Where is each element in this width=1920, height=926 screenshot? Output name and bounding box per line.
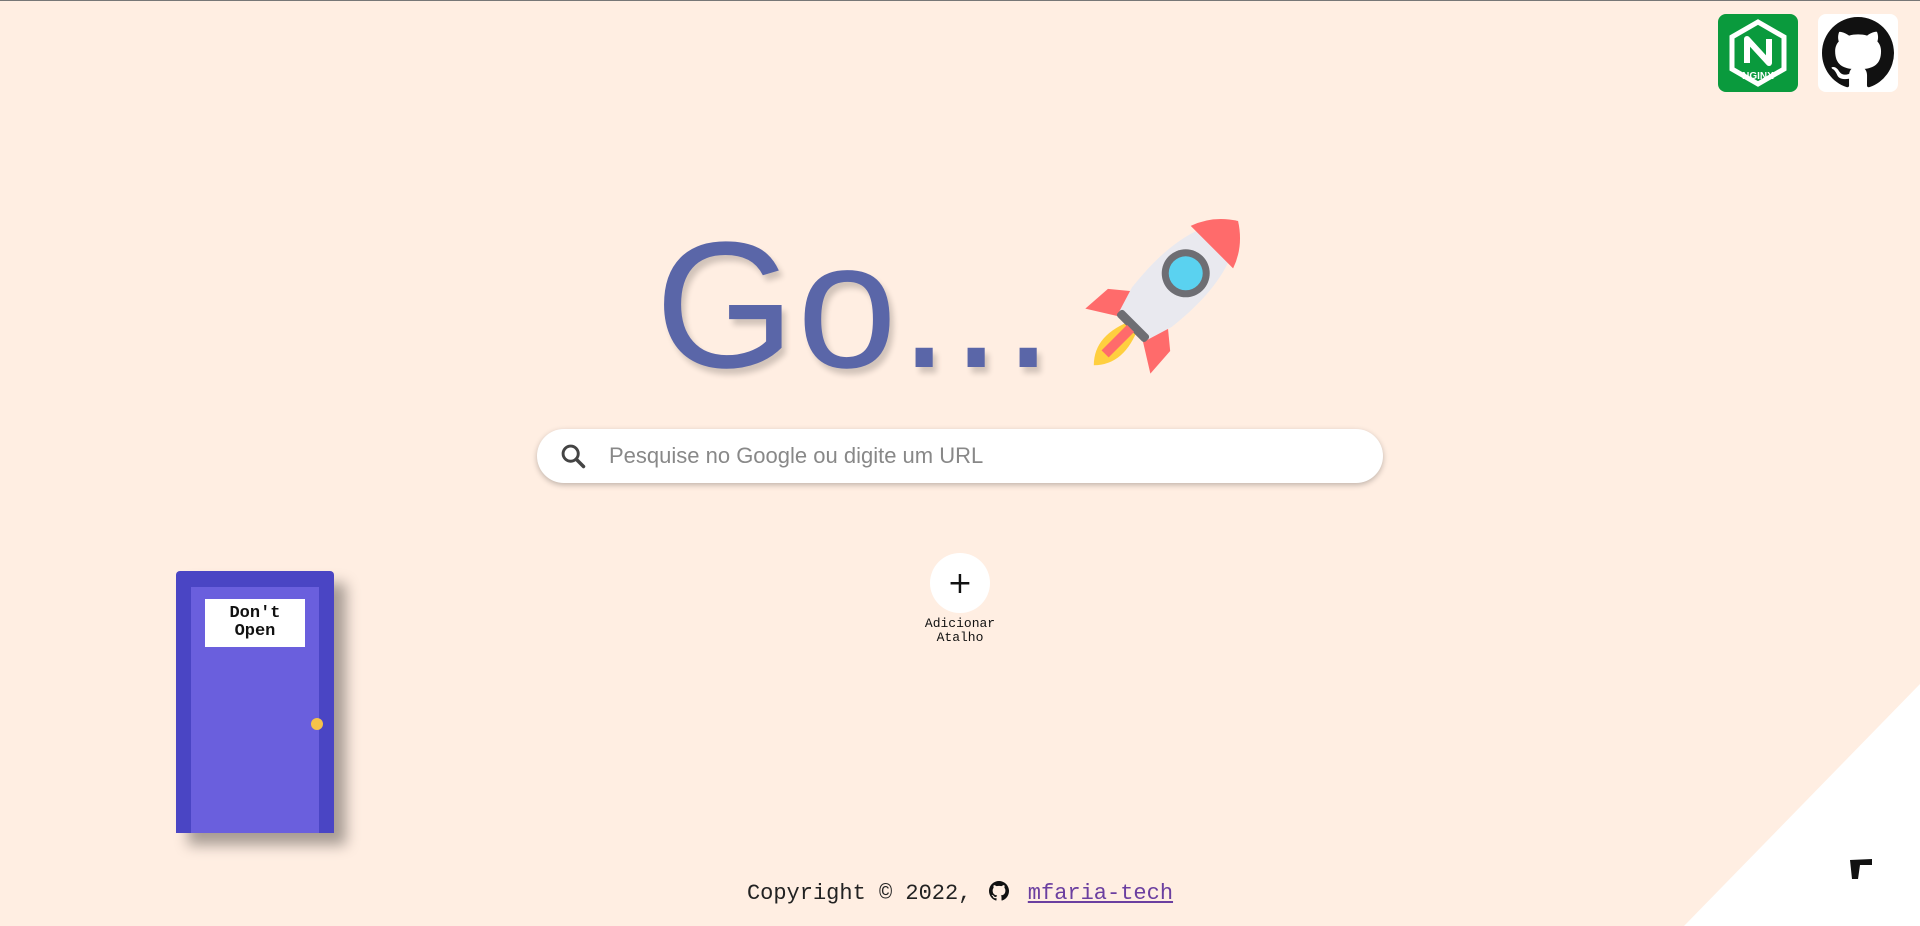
search-icon [561, 444, 586, 469]
nginx-icon[interactable]: NGINX [1718, 14, 1798, 92]
rocket-icon [1085, 218, 1241, 374]
add-shortcut-button[interactable]: + Adicionar Atalho [917, 553, 1003, 645]
corner-arrow-icon[interactable] [1846, 855, 1876, 883]
hero: Go... [655, 206, 1275, 406]
plus-icon: + [930, 553, 990, 613]
door-button[interactable]: Don't Open [176, 571, 334, 833]
footer: Copyright © 2022, mfaria-tech [0, 881, 1920, 906]
hero-title: Go... [655, 205, 1056, 406]
search-input[interactable] [607, 442, 1383, 470]
door-knob [311, 718, 323, 730]
github-icon [988, 881, 1009, 901]
copyright-text: Copyright © 2022, [746, 881, 972, 906]
door-sign: Don't Open [205, 599, 305, 647]
top-right-icons: NGINX [1718, 14, 1898, 92]
svg-text:NGINX: NGINX [1742, 71, 1774, 82]
author-link[interactable]: mfaria-tech [1028, 881, 1173, 906]
github-icon[interactable] [1818, 14, 1898, 92]
shortcut-label: Adicionar Atalho [924, 616, 996, 645]
search-box[interactable] [537, 429, 1383, 483]
